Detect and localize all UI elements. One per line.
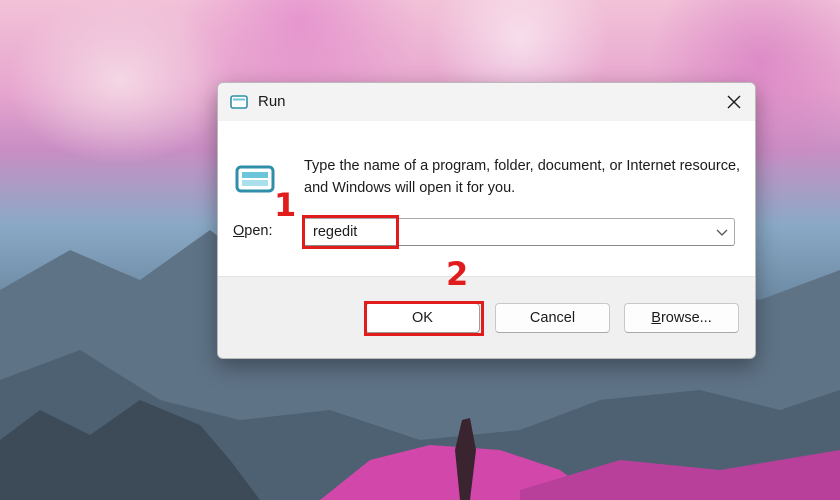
open-label: Open: <box>233 223 273 239</box>
step-number-1: 1 <box>274 186 297 224</box>
highlight-open-input <box>302 215 399 249</box>
browse-button[interactable]: Browse... <box>624 303 739 333</box>
close-button[interactable] <box>721 89 747 115</box>
browse-button-label: Browse... <box>651 310 712 326</box>
cancel-button-label: Cancel <box>529 310 576 326</box>
run-dialog: Run Type the name of a program, folder, … <box>217 82 756 359</box>
dialog-title: Run <box>258 93 286 110</box>
title-bar[interactable]: Run <box>218 83 755 121</box>
dialog-description: Type the name of a program, folder, docu… <box>304 158 741 196</box>
close-icon <box>727 95 741 109</box>
highlight-ok-button <box>364 301 484 336</box>
run-icon <box>230 95 248 109</box>
cancel-button[interactable]: Cancel <box>495 303 610 333</box>
step-number-2: 2 <box>446 255 469 293</box>
run-program-icon <box>235 165 275 193</box>
open-label-text: Open: <box>233 223 273 239</box>
chevron-down-icon[interactable] <box>714 224 730 240</box>
